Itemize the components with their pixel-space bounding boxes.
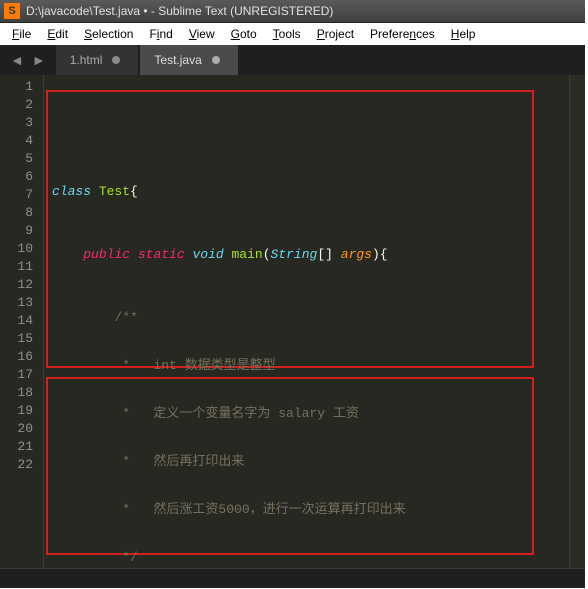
- menu-goto[interactable]: Goto: [223, 25, 265, 43]
- tab-label: Test.java: [154, 53, 201, 67]
- line-number: 21: [0, 438, 43, 456]
- code-line: * 然后再打印出来: [52, 453, 569, 471]
- code-line: /**: [52, 309, 569, 327]
- line-number: 17: [0, 366, 43, 384]
- app-window: S D:\javacode\Test.java • - Sublime Text…: [0, 0, 585, 588]
- menu-tools[interactable]: Tools: [265, 25, 309, 43]
- line-number: 20: [0, 420, 43, 438]
- line-number: 14: [0, 312, 43, 330]
- tab-bar: ◄ ► 1.html Test.java: [0, 45, 585, 75]
- line-number: 6: [0, 168, 43, 186]
- dirty-indicator-icon: [112, 56, 120, 64]
- nav-buttons: ◄ ►: [0, 45, 56, 75]
- code-line: public static void main(String[] args){: [52, 246, 569, 264]
- dirty-indicator-icon: [212, 56, 220, 64]
- menu-edit[interactable]: Edit: [39, 25, 76, 43]
- line-number-gutter: 1 2 3 4 5 6 7 8 9 10 11 12 13 14 15 16 1…: [0, 75, 44, 568]
- line-number: 18: [0, 384, 43, 402]
- minimap[interactable]: [569, 75, 585, 568]
- tab-testjava[interactable]: Test.java: [140, 45, 237, 75]
- code-line: * 定义一个变量名字为 salary 工资: [52, 405, 569, 423]
- line-number: 2: [0, 96, 43, 114]
- line-number: 8: [0, 204, 43, 222]
- tab-1html[interactable]: 1.html: [56, 45, 139, 75]
- menu-selection[interactable]: Selection: [76, 25, 141, 43]
- line-number: 22: [0, 456, 43, 474]
- line-number: 3: [0, 114, 43, 132]
- menu-preferences[interactable]: Preferences: [362, 25, 443, 43]
- code-line: */: [52, 549, 569, 567]
- menu-view[interactable]: View: [181, 25, 223, 43]
- line-number: 1: [0, 78, 43, 96]
- line-number: 12: [0, 276, 43, 294]
- line-number: 13: [0, 294, 43, 312]
- editor: 1 2 3 4 5 6 7 8 9 10 11 12 13 14 15 16 1…: [0, 75, 585, 568]
- nav-back-icon[interactable]: ◄: [6, 52, 28, 68]
- line-number: 19: [0, 402, 43, 420]
- code-line: * int 数据类型是整型: [52, 357, 569, 375]
- code-area[interactable]: class Test{ public static void main(Stri…: [44, 75, 569, 568]
- line-number: 10: [0, 240, 43, 258]
- line-number: 9: [0, 222, 43, 240]
- app-icon: S: [4, 3, 20, 19]
- titlebar-text: D:\javacode\Test.java • - Sublime Text (…: [26, 4, 333, 18]
- menu-project[interactable]: Project: [309, 25, 362, 43]
- code-line: * 然后涨工资5000，进行一次运算再打印出来: [52, 501, 569, 519]
- menu-find[interactable]: Find: [141, 25, 180, 43]
- tab-label: 1.html: [70, 53, 103, 67]
- menu-file[interactable]: File: [4, 25, 39, 43]
- line-number: 7: [0, 186, 43, 204]
- code-line: class Test{: [52, 183, 569, 201]
- status-bar: [0, 568, 585, 588]
- line-number: 5: [0, 150, 43, 168]
- menubar: File Edit Selection Find View Goto Tools…: [0, 23, 585, 45]
- line-number: 15: [0, 330, 43, 348]
- line-number: 4: [0, 132, 43, 150]
- menu-help[interactable]: Help: [443, 25, 484, 43]
- nav-forward-icon[interactable]: ►: [28, 52, 50, 68]
- titlebar[interactable]: S D:\javacode\Test.java • - Sublime Text…: [0, 0, 585, 23]
- line-number: 11: [0, 258, 43, 276]
- line-number: 16: [0, 348, 43, 366]
